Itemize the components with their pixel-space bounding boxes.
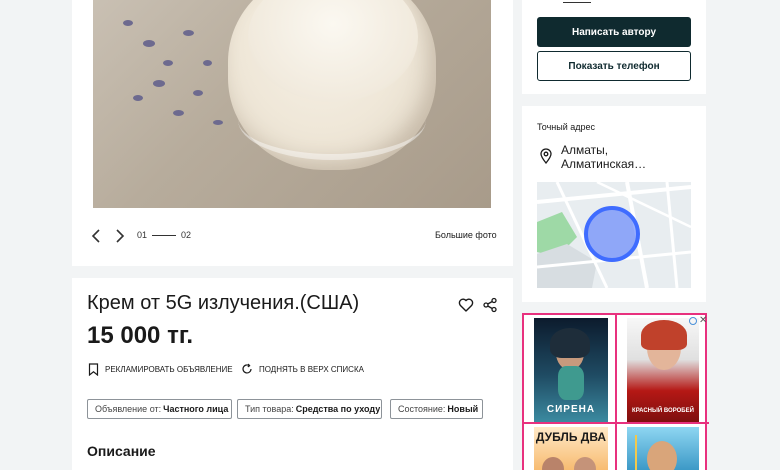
listing-info-card: Крем от 5G излучения.(США) 15 000 тг. РЕ… bbox=[72, 278, 513, 470]
poster-4-face bbox=[647, 441, 677, 470]
listing-price: 15 000 тг. bbox=[87, 322, 194, 349]
tag-seller-label: Объявление от: bbox=[95, 404, 162, 414]
ad-poster-double[interactable]: ДУБЛЬ ДВА bbox=[534, 427, 608, 470]
tag-type-label: Тип товара: bbox=[245, 404, 294, 414]
ad-divider-vertical bbox=[615, 315, 617, 470]
tag-state-value: Новый bbox=[447, 404, 479, 414]
ad-divider-horizontal bbox=[524, 422, 709, 424]
show-phone-button[interactable]: Показать телефон bbox=[537, 51, 691, 81]
jar-rim bbox=[238, 80, 426, 160]
write-author-button[interactable]: Написать автору bbox=[537, 17, 691, 47]
promote-label: РЕКЛАМИРОВАТЬ ОБЪЯВЛЕНИЕ bbox=[105, 365, 233, 374]
close-icon[interactable]: ✕ bbox=[699, 315, 707, 326]
share-icon[interactable] bbox=[482, 297, 498, 313]
poster-1-title: СИРЕНА bbox=[546, 404, 596, 415]
chevron-right-icon[interactable] bbox=[112, 227, 128, 245]
heart-icon[interactable] bbox=[458, 297, 474, 313]
gallery-card: 01 02 Большие фото bbox=[72, 0, 513, 266]
poster-3-face-left bbox=[542, 457, 564, 470]
map-location-marker bbox=[584, 206, 640, 262]
chevron-left-icon[interactable] bbox=[88, 227, 104, 245]
ad-poster-siren[interactable]: СИРЕНА bbox=[534, 318, 608, 422]
address-label: Точный адрес bbox=[537, 122, 596, 132]
big-photo-link[interactable]: Большие фото bbox=[435, 230, 497, 240]
ad-info-icon[interactable] bbox=[689, 317, 697, 325]
poster-4-trident bbox=[635, 435, 637, 470]
contact-card: Написать автору Показать телефон bbox=[522, 0, 706, 94]
tag-seller: Объявление от: Частного лица bbox=[87, 399, 232, 419]
pager-line bbox=[152, 235, 176, 236]
refresh-icon bbox=[242, 363, 252, 374]
pager-total: 02 bbox=[181, 230, 192, 240]
tag-type-value: Средства по уходу bbox=[295, 404, 381, 414]
ad-poster-red-sparrow[interactable]: КРАСНЫЙ ВОРОБЕЙ bbox=[627, 318, 699, 422]
bookmark-icon bbox=[88, 363, 99, 376]
pager-current: 01 bbox=[137, 230, 148, 240]
poster-1-tail bbox=[558, 366, 584, 400]
tag-seller-value: Частного лица bbox=[163, 404, 229, 414]
address-card: Точный адрес Алматы, Алматинская… bbox=[522, 106, 706, 302]
advertisement-banner[interactable]: СИРЕНА КРАСНЫЙ ВОРОБЕЙ ДУБЛЬ ДВА ✕ bbox=[522, 313, 709, 470]
raise-listing-button[interactable]: ПОДНЯТЬ В ВЕРХ СПИСКА bbox=[241, 363, 364, 375]
poster-2-hair bbox=[641, 320, 687, 350]
promote-listing-button[interactable]: РЕКЛАМИРОВАТЬ ОБЪЯВЛЕНИЕ bbox=[88, 363, 233, 376]
poster-3-face-right bbox=[574, 457, 596, 470]
tag-state-label: Состояние: bbox=[398, 404, 446, 414]
poster-1-hair bbox=[550, 328, 590, 358]
product-photo[interactable] bbox=[93, 0, 491, 208]
tag-product-type: Тип товара: Средства по уходу bbox=[237, 399, 382, 419]
address-map[interactable] bbox=[537, 182, 691, 288]
tag-condition: Состояние: Новый bbox=[390, 399, 483, 419]
listing-title: Крем от 5G излучения.(США) bbox=[87, 292, 360, 314]
poster-2-title: КРАСНЫЙ ВОРОБЕЙ bbox=[632, 408, 694, 414]
description-heading: Описание bbox=[87, 443, 156, 459]
author-link-underline[interactable] bbox=[563, 0, 591, 3]
poster-3-title: ДУБЛЬ ДВА bbox=[535, 430, 607, 444]
location-pin-icon bbox=[540, 148, 552, 164]
raise-label: ПОДНЯТЬ В ВЕРХ СПИСКА bbox=[259, 364, 364, 374]
ad-poster-aquaman[interactable] bbox=[627, 427, 699, 470]
address-text: Алматы, Алматинская… bbox=[561, 143, 647, 171]
